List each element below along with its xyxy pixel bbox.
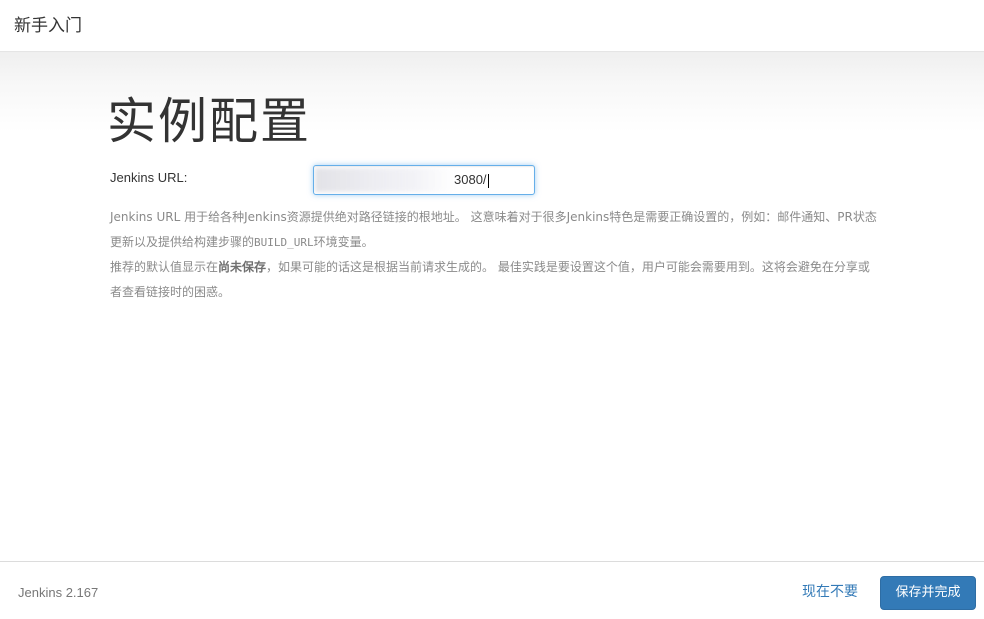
dialog-header: 新手入门 [0,0,984,52]
dialog-body: 实例配置 Jenkins URL: 3080/ Jenkins URL 用于给各… [0,52,984,561]
jenkins-url-input-value: 3080/ [454,172,487,187]
help-line-4: 者查看链接时的困惑。 [110,285,231,299]
skip-link[interactable]: 现在不要 [802,582,858,602]
help-line-3: 推荐的默认值显示在尚未保存，如果可能的话这是根据当前请求生成的。 最佳实践是要设… [110,260,870,274]
build-url-code: BUILD_URL [254,236,314,249]
page-title: 实例配置 [107,93,312,150]
jenkins-version: Jenkins 2.167 [18,585,99,600]
save-and-finish-button[interactable]: 保存并完成 [880,576,976,610]
dialog-title: 新手入门 [14,16,82,36]
dialog-footer: Jenkins 2.167 现在不要 保存并完成 [0,561,984,619]
text-caret [487,173,489,188]
jenkins-url-input[interactable]: 3080/ [313,165,535,195]
not-saved-emphasis: 尚未保存 [218,260,267,274]
help-line-2: 更新以及提供给构建步骤的BUILD_URL环境变量。 [110,235,374,249]
help-line-1: Jenkins URL 用于给各种Jenkins资源提供绝对路径链接的根地址。 … [110,210,877,224]
jenkins-url-help-text: Jenkins URL 用于给各种Jenkins资源提供绝对路径链接的根地址。 … [110,205,880,305]
redacted-host-blur [315,168,455,192]
setup-wizard-dialog: 新手入门 实例配置 Jenkins URL: 3080/ Jenkins URL… [0,0,984,619]
jenkins-url-label: Jenkins URL: [110,170,188,185]
